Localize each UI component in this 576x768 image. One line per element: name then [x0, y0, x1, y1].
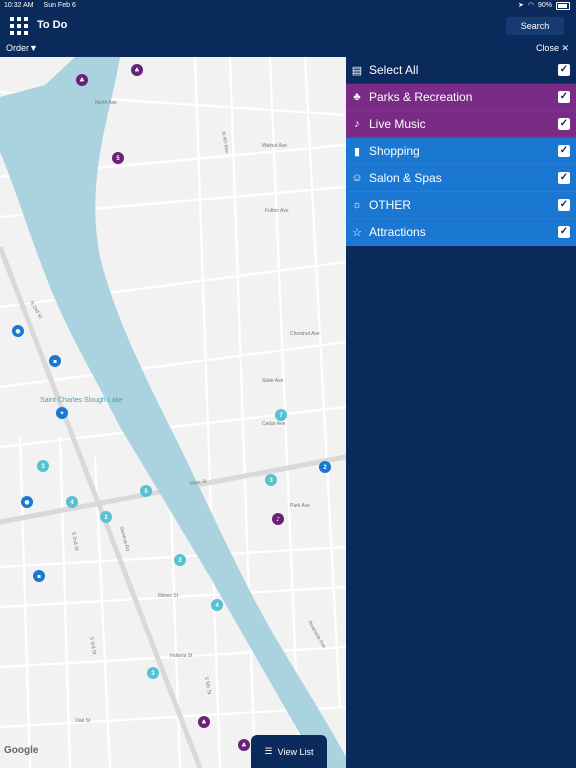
svg-text:♣: ♣	[241, 742, 246, 749]
street-label: Oak St	[75, 718, 91, 724]
music-marker-icon[interactable]: ♪	[272, 513, 284, 525]
checkbox-checked-icon[interactable]: ✓	[558, 199, 570, 211]
lake-label: Saint Charles Slough Lake	[40, 397, 123, 404]
location-icon: ➤	[518, 2, 524, 9]
filter-label: Shopping	[369, 144, 420, 158]
checkbox-checked-icon[interactable]: ✓	[558, 145, 570, 157]
list-icon: ▤	[351, 64, 363, 77]
filter-label: Select All	[369, 63, 419, 77]
svg-text:▪: ▪	[53, 358, 57, 365]
filter-parks-recreation[interactable]: ♣ Parks & Recreation ✓	[346, 84, 576, 111]
park-marker-icon[interactable]: ♣	[76, 74, 88, 86]
salon-marker-icon[interactable]: ●	[12, 325, 24, 337]
music-icon: ♪	[354, 118, 360, 130]
checkbox-checked-icon[interactable]: ✓	[558, 118, 570, 130]
street-label: Park Ave	[290, 503, 310, 509]
svg-text:♣: ♣	[134, 67, 139, 74]
view-list-label: View List	[277, 746, 314, 757]
checkbox-checked-icon[interactable]: ✓	[558, 172, 570, 184]
order-dropdown[interactable]: Order▼	[6, 40, 38, 57]
street-label: Indiana St	[170, 653, 193, 659]
filter-shopping[interactable]: ▮ Shopping ✓	[346, 138, 576, 165]
svg-text:▪: ▪	[37, 573, 41, 580]
filter-label: Attractions	[369, 225, 426, 239]
park-marker-icon[interactable]: ♣	[198, 716, 210, 728]
svg-text:●: ●	[15, 328, 20, 335]
checkbox-checked-icon[interactable]: ✓	[558, 226, 570, 238]
status-date: Sun Feb 6	[43, 2, 76, 9]
filter-other[interactable]: ☼ OTHER ✓	[346, 192, 576, 219]
park-icon: ♣	[353, 91, 361, 103]
sub-bar: Order▼ Close ✕	[0, 40, 576, 57]
map-canvas[interactable]: North Ave N 2nd St Main St Geneva Rd Riv…	[0, 57, 346, 768]
star-icon: ☆	[352, 226, 362, 239]
cluster-marker[interactable]: 4	[211, 599, 223, 611]
cluster-marker[interactable]: 3	[147, 667, 159, 679]
filter-select-all[interactable]: ▤ Select All ✓	[346, 57, 576, 84]
cluster-marker[interactable]: 2	[319, 461, 331, 473]
view-list-button[interactable]: ☰ View List	[251, 735, 327, 768]
cluster-marker[interactable]: 5	[140, 485, 152, 497]
apps-grid-icon[interactable]	[10, 17, 28, 35]
svg-text:✦: ✦	[59, 410, 64, 417]
svg-text:♣: ♣	[201, 719, 206, 726]
bulb-marker-icon[interactable]: ✦	[56, 407, 68, 419]
filter-live-music[interactable]: ♪ Live Music ✓	[346, 111, 576, 138]
filter-label: Live Music	[369, 117, 426, 131]
filter-label: Salon & Spas	[369, 171, 442, 185]
checkbox-checked-icon[interactable]: ✓	[558, 91, 570, 103]
cluster-marker[interactable]: 7	[275, 409, 287, 421]
cluster-marker[interactable]: 3	[265, 474, 277, 486]
street-label: Chestnut Ave	[290, 331, 320, 337]
park-marker-icon[interactable]: ♣	[131, 64, 143, 76]
filter-panel: ▤ Select All ✓ ♣ Parks & Recreation ✓ ♪ …	[346, 57, 576, 768]
search-button[interactable]: Search	[506, 17, 564, 35]
filter-salon-spas[interactable]: ☺ Salon & Spas ✓	[346, 165, 576, 192]
street-label: North Ave	[95, 100, 117, 106]
cluster-marker[interactable]: 3	[174, 554, 186, 566]
cluster-marker[interactable]: 3	[37, 460, 49, 472]
street-label: Fulton Ave	[265, 208, 289, 214]
status-time: 10:32 AM	[4, 2, 34, 9]
cluster-marker[interactable]: 5	[112, 152, 124, 164]
page-title: To Do	[37, 19, 68, 31]
checkbox-checked-icon[interactable]: ✓	[558, 64, 570, 76]
battery-percent: 90%	[537, 2, 552, 9]
svg-text:●: ●	[24, 499, 29, 506]
battery-icon	[556, 2, 570, 10]
filter-label: Parks & Recreation	[369, 90, 473, 104]
close-button[interactable]: Close ✕	[536, 40, 569, 57]
salon-icon: ☺	[351, 172, 363, 184]
park-marker-icon[interactable]: ♣	[238, 739, 250, 751]
wifi-icon: ◠	[527, 2, 534, 9]
filter-label: OTHER	[369, 198, 411, 212]
shopping-marker-icon[interactable]: ▪	[33, 570, 45, 582]
street-label: Illinois St	[158, 593, 179, 599]
salon-marker-icon[interactable]: ●	[21, 496, 33, 508]
cluster-marker[interactable]: 2	[100, 511, 112, 523]
google-logo: Google	[4, 745, 39, 756]
street-label: Walnut Ave	[262, 143, 287, 149]
filter-attractions[interactable]: ☆ Attractions ✓	[346, 219, 576, 246]
map-view[interactable]: North Ave N 2nd St Main St Geneva Rd Riv…	[0, 57, 346, 768]
cluster-marker[interactable]: 4	[66, 496, 78, 508]
top-bar: To Do Search	[0, 12, 576, 40]
shopping-icon: ▮	[353, 145, 361, 158]
street-label: State Ave	[262, 378, 284, 384]
shopping-marker-icon[interactable]: ▪	[49, 355, 61, 367]
svg-text:♪: ♪	[276, 516, 280, 523]
street-label: Cedar Ave	[262, 421, 285, 427]
bulb-icon: ☼	[351, 199, 363, 211]
list-icon: ☰	[264, 746, 273, 756]
svg-text:♣: ♣	[79, 77, 84, 84]
status-bar: 10:32 AM Sun Feb 6 ➤ ◠ 90%	[0, 0, 576, 12]
